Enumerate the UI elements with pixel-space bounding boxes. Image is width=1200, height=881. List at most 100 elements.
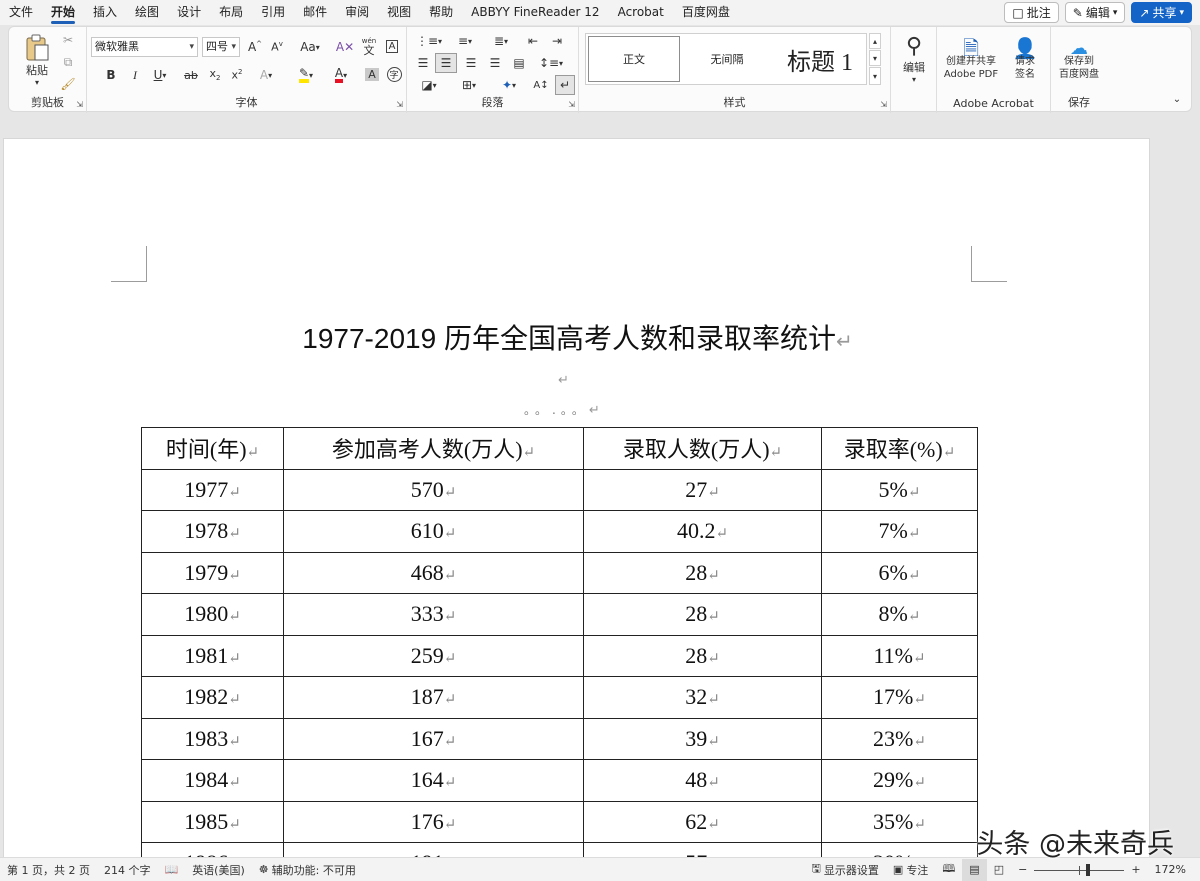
highlight-button[interactable]: ✎ ▾ <box>291 65 321 85</box>
strikethrough-button[interactable]: ab <box>181 65 201 85</box>
superscript-button[interactable]: x2 <box>227 65 247 85</box>
table-cell[interactable]: 164↵ <box>283 759 584 802</box>
table-cell[interactable]: 1986↵ <box>141 842 284 857</box>
table-cell[interactable]: 1983↵ <box>141 717 284 760</box>
share-button[interactable]: ↗ 共享 ▾ <box>1131 2 1192 23</box>
styles-scroll-down[interactable]: ▾ <box>869 50 881 66</box>
table-cell[interactable]: 30%↵ <box>821 842 978 857</box>
word-count[interactable]: 214 个字 <box>97 862 158 878</box>
distributed-button[interactable]: ▤ <box>509 53 529 73</box>
display-settings-button[interactable]: 🖫 显示器设置 <box>805 860 886 879</box>
table-cell[interactable]: 28↵ <box>583 551 822 594</box>
tab-mailings[interactable]: 邮件 <box>294 0 336 25</box>
cut-button[interactable]: ✂ <box>59 31 77 49</box>
zoom-out-button[interactable]: − <box>1011 863 1034 876</box>
style-no-spacing[interactable]: 无间隔 <box>682 36 772 82</box>
char-shading-button[interactable]: A <box>363 65 381 83</box>
text-effects-button[interactable]: A ▾ <box>253 65 279 85</box>
style-heading-1[interactable]: 标题 1 <box>774 36 866 82</box>
collapse-ribbon-button[interactable]: ⌄ <box>1169 91 1185 107</box>
table-cell[interactable]: 333↵ <box>283 593 584 636</box>
dialog-launcher-icon[interactable]: ⇲ <box>396 100 403 109</box>
empty-paragraph[interactable]: ↵ <box>558 373 569 388</box>
web-layout-button[interactable]: ◰ <box>987 863 1011 876</box>
find-button[interactable]: ⚲ 编辑 ▾ <box>897 31 931 87</box>
table-cell[interactable]: 176↵ <box>283 800 584 843</box>
align-left-button[interactable]: ☰ <box>413 53 433 73</box>
header-cell-year[interactable]: 时间(年)↵ <box>141 427 284 470</box>
style-normal[interactable]: 正文 <box>588 36 680 82</box>
justify-button[interactable]: ☰ <box>485 53 505 73</box>
sort-button[interactable]: A↕ <box>531 75 551 95</box>
table-cell[interactable]: 23%↵ <box>821 717 978 760</box>
align-right-button[interactable]: ☰ <box>461 53 481 73</box>
tab-references[interactable]: 引用 <box>252 0 294 25</box>
table-cell[interactable]: 570↵ <box>283 468 584 511</box>
read-mode-button[interactable]: 🕮 <box>935 860 962 879</box>
table-cell[interactable]: 32↵ <box>583 676 822 719</box>
increase-indent-button[interactable]: ⇥ <box>547 31 567 51</box>
tab-insert[interactable]: 插入 <box>84 0 126 25</box>
underline-button[interactable]: U ▾ <box>147 65 173 85</box>
save-to-baidu-button[interactable]: ☁ 保存到 百度网盘 <box>1055 33 1103 89</box>
table-cell[interactable]: 28↵ <box>583 634 822 677</box>
proofing-button[interactable]: 📖 <box>157 863 185 876</box>
table-cell[interactable]: 11%↵ <box>821 634 978 677</box>
page-count[interactable]: 第 1 页，共 2 页 <box>0 862 97 878</box>
table-cell[interactable]: 62↵ <box>583 800 822 843</box>
header-cell-applicants[interactable]: 参加高考人数(万人)↵ <box>283 427 584 470</box>
tab-home[interactable]: 开始 <box>42 0 84 25</box>
line-spacing-button[interactable]: ↕≡ ▾ <box>535 53 567 73</box>
dialog-launcher-icon[interactable]: ⇲ <box>880 100 887 109</box>
multilevel-list-button[interactable]: ≣ ▾ <box>485 31 517 51</box>
table-cell[interactable]: 28↵ <box>583 593 822 636</box>
zoom-in-button[interactable]: + <box>1124 863 1147 876</box>
char-border-button[interactable]: A <box>383 37 401 55</box>
table-cell[interactable]: 1984↵ <box>141 759 284 802</box>
paste-button[interactable]: 粘贴 ▾ <box>21 33 53 87</box>
table-cell[interactable]: 27↵ <box>583 468 822 511</box>
shading-button[interactable]: ◪ ▾ <box>413 75 445 95</box>
table-cell[interactable]: 40.2↵ <box>583 510 822 553</box>
comments-button[interactable]: □ 批注 <box>1004 2 1059 23</box>
dots-paragraph[interactable]: 。。.。。↵ <box>524 401 605 418</box>
phonetic-guide-button[interactable]: wén 文 <box>359 35 379 57</box>
bullets-button[interactable]: ⋮≡ ▾ <box>413 31 445 51</box>
font-name-select[interactable]: 微软雅黑 ▾ <box>91 37 198 57</box>
table-cell[interactable]: 1980↵ <box>141 593 284 636</box>
table-cell[interactable]: 35%↵ <box>821 800 978 843</box>
table-cell[interactable]: 5%↵ <box>821 468 978 511</box>
numbering-button[interactable]: ≡ ▾ <box>449 31 481 51</box>
table-cell[interactable]: 610↵ <box>283 510 584 553</box>
page[interactable]: 1977-2019 历年全国高考人数和录取率统计↵ ↵ 。。.。。↵ 时间(年)… <box>3 138 1150 857</box>
copy-button[interactable]: ⧉ <box>59 53 77 71</box>
table-cell[interactable]: 1981↵ <box>141 634 284 677</box>
print-layout-button[interactable]: ▤ <box>962 858 987 881</box>
zoom-thumb[interactable] <box>1086 863 1091 876</box>
table-cell[interactable]: 167↵ <box>283 717 584 760</box>
table-cell[interactable]: 7%↵ <box>821 510 978 553</box>
dialog-launcher-icon[interactable]: ⇲ <box>568 100 575 109</box>
tab-design[interactable]: 设计 <box>168 0 210 25</box>
align-center-button[interactable]: ☰ <box>435 53 457 73</box>
document-title[interactable]: 1977-2019 历年全国高考人数和录取率统计↵ <box>4 317 1151 357</box>
tab-acrobat[interactable]: Acrobat <box>609 0 673 25</box>
tab-review[interactable]: 审阅 <box>336 0 378 25</box>
chinese-layout-button[interactable]: ✦ ▾ <box>493 75 525 95</box>
table-cell[interactable]: 48↵ <box>583 759 822 802</box>
format-painter-button[interactable]: 🖌 <box>59 75 77 93</box>
table-cell[interactable]: 17%↵ <box>821 676 978 719</box>
clear-format-button[interactable]: A✕ <box>335 37 355 57</box>
focus-button[interactable]: ▣ 专注 <box>886 862 935 878</box>
table-cell[interactable]: 1985↵ <box>141 800 284 843</box>
language-indicator[interactable]: 英语(美国) <box>185 862 252 878</box>
table-cell[interactable]: 57↵ <box>583 842 822 857</box>
tab-layout[interactable]: 布局 <box>210 0 252 25</box>
decrease-indent-button[interactable]: ⇤ <box>523 31 543 51</box>
zoom-slider[interactable] <box>1034 863 1125 876</box>
table-cell[interactable]: 39↵ <box>583 717 822 760</box>
subscript-button[interactable]: x2 <box>205 65 225 85</box>
enclose-char-button[interactable]: 字 <box>385 65 403 83</box>
font-color-button[interactable]: A ▾ <box>327 65 355 85</box>
table-cell[interactable]: 6%↵ <box>821 551 978 594</box>
